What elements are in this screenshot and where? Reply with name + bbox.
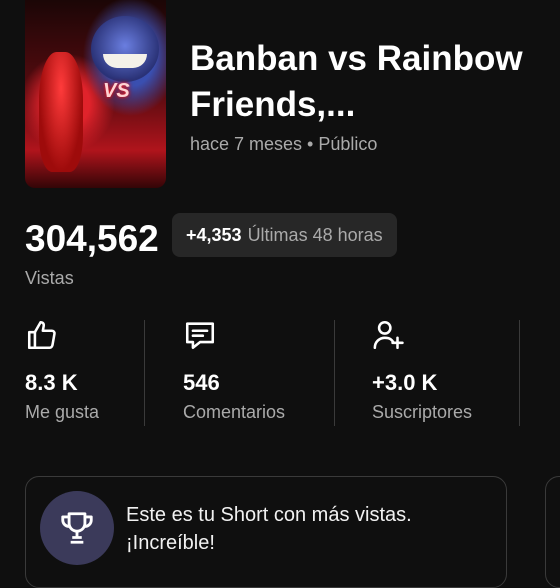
stat-subscribers-value: +3.0 K [372,370,438,395]
stat-comments-label: Comentarios [183,402,286,422]
achievement-text: Este es tu Short con más vistas. ¡Increí… [126,504,412,554]
thumbnail-blue-character [91,16,159,82]
thumbs-up-icon [27,320,56,350]
stat-subscribers[interactable]: +3.0 K Suscriptores [372,318,472,422]
stat-comments-value: 546 [183,370,220,395]
stat-divider [519,320,520,426]
partial-stat-icon [552,340,560,360]
video-thumbnail[interactable]: VS [25,0,166,188]
thumbnail-vs-text: VS [103,80,130,102]
stat-likes-label: Me gusta [25,402,100,422]
thumbnail-red-character [39,52,83,172]
views-label: Vistas [25,268,74,288]
views-delta-value: +4,353 [186,224,242,245]
video-meta: hace 7 meses • Público [190,134,378,154]
next-card[interactable] [545,476,560,588]
stat-comments[interactable]: 546 Comentarios [183,318,285,422]
stat-likes[interactable]: 8.3 K Me gusta [25,318,99,422]
stat-likes-value: 8.3 K [25,370,78,395]
stat-divider [144,320,145,426]
views-delta-period: Últimas 48 horas [247,224,383,245]
trophy-icon [61,512,93,544]
achievement-card[interactable]: Este es tu Short con más vistas. ¡Increí… [25,476,507,588]
achievement-badge [40,491,114,565]
stat-subscribers-label: Suscriptores [372,402,473,422]
video-title: Banban vs Rainbow Friends,... [190,39,523,124]
views-count: 304,562 [25,218,159,259]
stat-divider [334,320,335,426]
add-subscriber-icon [373,320,404,350]
comment-icon [185,322,215,350]
views-delta-chip: +4,353 Últimas 48 horas [172,213,397,257]
